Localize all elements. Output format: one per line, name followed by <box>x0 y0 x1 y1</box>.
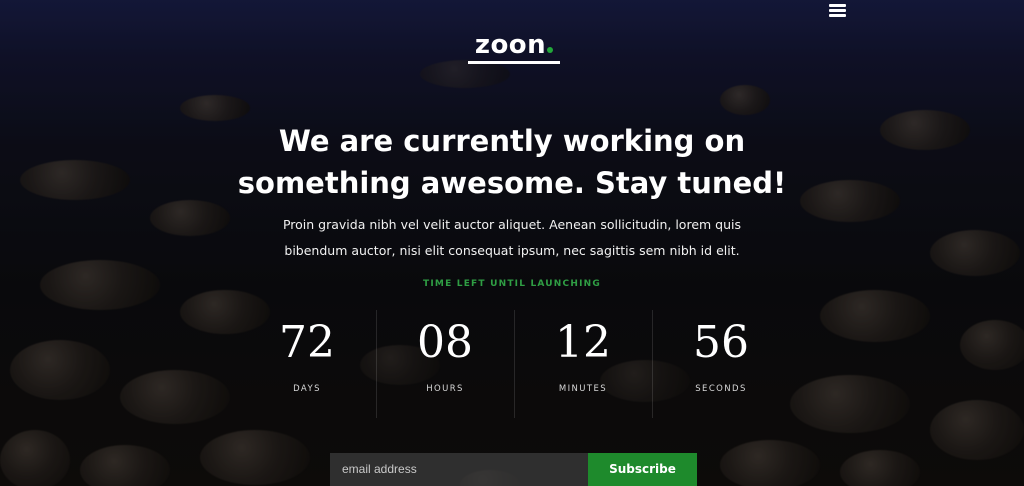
logo-text: zoon <box>474 30 547 60</box>
headline-line-2: something awesome. Stay tuned! <box>237 166 787 200</box>
countdown-minutes-value: 12 <box>555 317 611 368</box>
countdown-seconds-value: 56 <box>693 317 749 368</box>
countdown-label: TIME LEFT UNTIL LAUNCHING <box>423 279 601 289</box>
countdown-days-value: 72 <box>279 317 335 368</box>
hamburger-menu-icon[interactable] <box>829 4 846 18</box>
email-input[interactable] <box>330 453 588 486</box>
logo[interactable]: zoon <box>468 30 560 64</box>
description-line-2: bibendum auctor, nisi elit consequat ips… <box>284 243 740 258</box>
countdown-hours-value: 08 <box>417 317 473 368</box>
subscribe-form: Subscribe <box>330 453 697 486</box>
countdown-hours: 08 HOURS <box>376 310 514 418</box>
logo-underline <box>468 61 560 64</box>
countdown-seconds: 56 SECONDS <box>652 310 790 418</box>
page-headline: We are currently working on something aw… <box>200 120 824 204</box>
countdown-minutes-label: MINUTES <box>558 384 608 394</box>
description-line-1: Proin gravida nibh vel velit auctor aliq… <box>282 217 742 232</box>
countdown-minutes: 12 MINUTES <box>514 310 652 418</box>
countdown-seconds-label: SECONDS <box>695 384 747 394</box>
coming-soon-page: zoon We are currently working on somethi… <box>0 0 1024 486</box>
countdown-timer: 72 DAYS 08 HOURS 12 MINUTES 56 SECONDS <box>238 310 790 418</box>
countdown-hours-label: HOURS <box>426 384 464 394</box>
page-description: Proin gravida nibh vel velit auctor aliq… <box>250 212 774 264</box>
headline-line-1: We are currently working on <box>278 124 746 158</box>
countdown-days-label: DAYS <box>293 384 321 394</box>
subscribe-button[interactable]: Subscribe <box>588 453 697 486</box>
countdown-days: 72 DAYS <box>238 310 376 418</box>
logo-dot-icon <box>547 47 554 53</box>
